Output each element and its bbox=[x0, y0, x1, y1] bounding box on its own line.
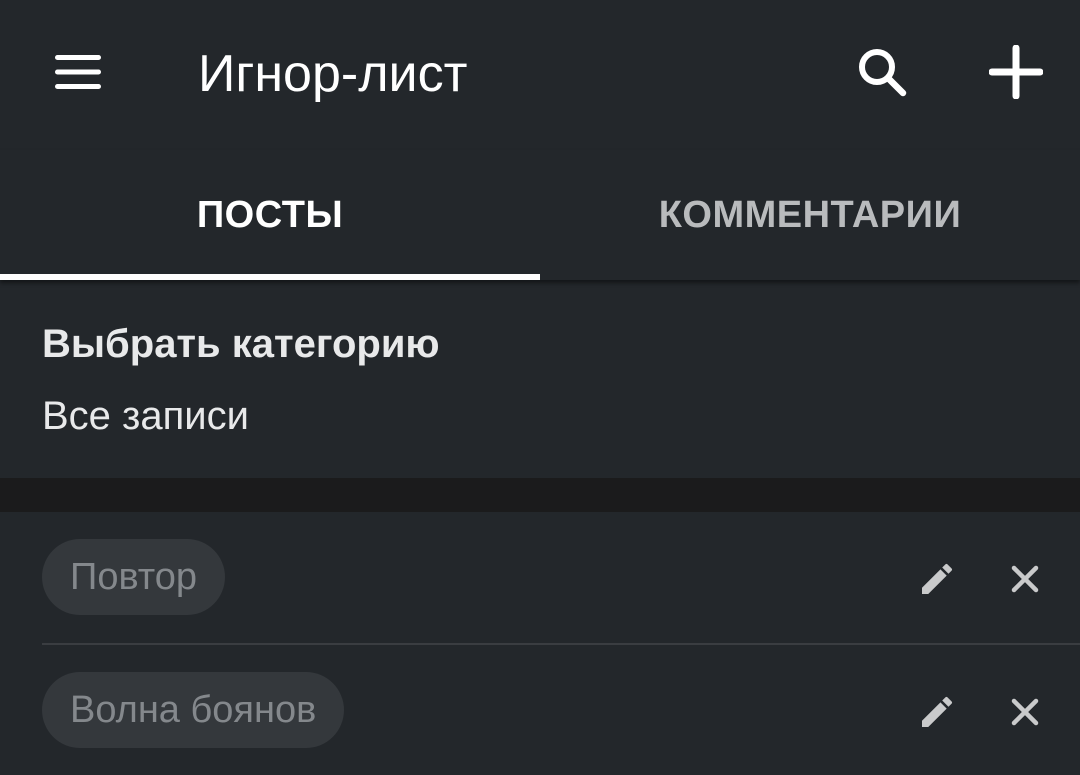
list-item: Волна боянов bbox=[0, 645, 1080, 775]
close-icon bbox=[1011, 698, 1039, 726]
tag-chip[interactable]: Волна боянов bbox=[42, 672, 345, 748]
tab-bar: ПОСТЫ КОММЕНТАРИИ bbox=[0, 150, 1080, 280]
tab-comments[interactable]: КОММЕНТАРИИ bbox=[540, 150, 1080, 280]
edit-button[interactable] bbox=[906, 548, 968, 610]
hamburger-menu-icon bbox=[55, 55, 101, 89]
close-icon bbox=[1011, 565, 1039, 593]
search-icon bbox=[859, 49, 907, 97]
plus-icon bbox=[989, 45, 1043, 99]
category-selector[interactable]: Выбрать категорию Все записи bbox=[0, 280, 1080, 478]
delete-button[interactable] bbox=[996, 681, 1054, 743]
search-button[interactable] bbox=[846, 38, 918, 106]
tag-chip[interactable]: Повтор bbox=[42, 539, 226, 615]
top-app-bar: Игнор-лист bbox=[0, 0, 1080, 150]
selected-tab-indicator bbox=[0, 274, 540, 280]
tab-posts-label: ПОСТЫ bbox=[196, 193, 344, 236]
page-title: Игнор-лист bbox=[198, 45, 468, 103]
list-item: Повтор bbox=[0, 512, 1080, 645]
tab-comments-label: КОММЕНТАРИИ bbox=[658, 193, 962, 236]
delete-button[interactable] bbox=[996, 548, 1054, 610]
category-heading: Выбрать категорию bbox=[42, 322, 440, 366]
menu-button[interactable] bbox=[40, 38, 116, 106]
ignore-list-screen: Игнор-лист ПОСТЫ КОММЕНТАРИИ Выбрать кат… bbox=[0, 0, 1080, 775]
section-divider bbox=[0, 478, 1080, 512]
tab-posts[interactable]: ПОСТЫ bbox=[0, 150, 540, 280]
ignore-list: Повтор Волна боянов bbox=[0, 512, 1080, 775]
category-value: Все записи bbox=[42, 394, 249, 438]
add-button[interactable] bbox=[978, 38, 1054, 106]
edit-button[interactable] bbox=[906, 681, 968, 743]
pencil-icon bbox=[922, 696, 953, 727]
pencil-icon bbox=[922, 563, 953, 594]
